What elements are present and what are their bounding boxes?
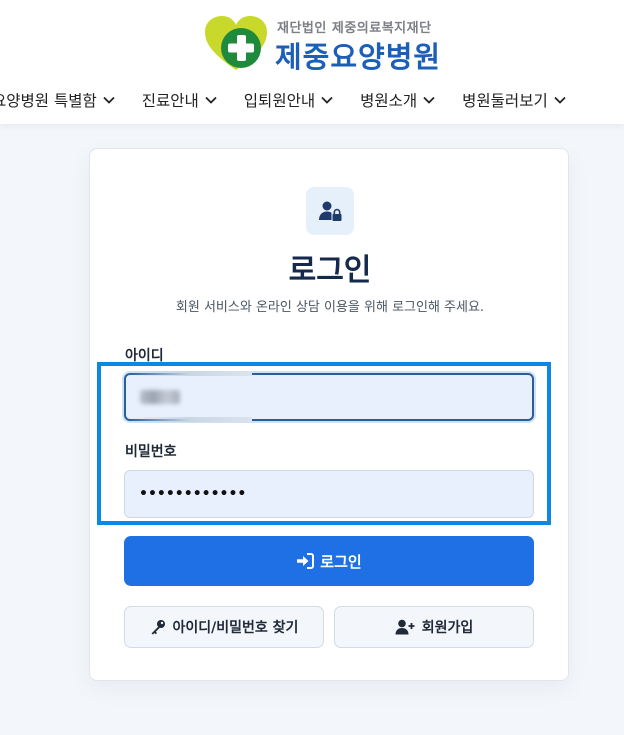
page-subtitle: 회원 서비스와 온라인 상담 이용을 위해 로그인해 주세요. [175, 300, 485, 315]
nav-label: 병원둘러보기 [462, 92, 548, 110]
login-card: 로그인 회원 서비스와 온라인 상담 이용을 위해 로그인해 주세요. 아이디 … [89, 148, 569, 681]
autofill-stripe [128, 371, 252, 376]
chevron-down-icon [321, 96, 333, 104]
password-input[interactable]: •••••••••••• [124, 470, 534, 518]
signup-label: 회원가입 [421, 620, 474, 636]
nav-item-tour[interactable]: 병원둘러보기 [462, 88, 567, 112]
chevron-down-icon [103, 96, 115, 104]
main-nav: 요양병원 특별함 진료안내 입퇴원안내 병원소개 병원둘러보기 [0, 88, 593, 112]
key-icon [151, 620, 165, 635]
password-label: 비밀번호 [125, 444, 177, 460]
chevron-down-icon [554, 96, 566, 104]
password-value: •••••••••••• [139, 486, 247, 502]
sign-in-icon [297, 553, 315, 569]
id-label: 아이디 [125, 348, 164, 364]
nav-item-treatment[interactable]: 진료안내 [142, 88, 218, 112]
logo-title: 제중요양병원 [275, 40, 442, 74]
nav-item-special[interactable]: 요양병원 특별함 [0, 88, 116, 112]
page-title: 로그인 [288, 253, 372, 288]
nav-item-about[interactable]: 병원소개 [360, 88, 436, 112]
signup-button[interactable]: 회원가입 [334, 606, 534, 648]
user-lock-icon [319, 201, 342, 221]
find-account-button[interactable]: 아이디/비밀번호 찾기 [124, 606, 324, 648]
id-value-redacted [140, 390, 180, 404]
login-icon-badge [306, 187, 354, 235]
id-input[interactable] [124, 371, 534, 422]
login-button[interactable]: 로그인 [124, 536, 534, 586]
site-header: 재단법인 제중의료복지재단 제중요양병원 요양병원 특별함 진료안내 입퇴원안내… [0, 0, 624, 124]
chevron-down-icon [423, 96, 435, 104]
autofill-stripe [128, 417, 252, 422]
login-button-label: 로그인 [320, 552, 362, 571]
nav-item-admission[interactable]: 입퇴원안내 [244, 88, 334, 112]
logo-heart-cross-icon [205, 16, 267, 70]
site-logo[interactable]: 재단법인 제중의료복지재단 제중요양병원 [203, 12, 453, 74]
chevron-down-icon [205, 96, 217, 104]
find-account-label: 아이디/비밀번호 찾기 [172, 620, 299, 636]
nav-label: 입퇴원안내 [243, 92, 316, 110]
nav-label: 병원소개 [360, 92, 418, 110]
nav-label: 요양병원 특별함 [0, 92, 97, 110]
nav-label: 진료안내 [141, 92, 199, 110]
user-plus-icon [395, 619, 415, 635]
